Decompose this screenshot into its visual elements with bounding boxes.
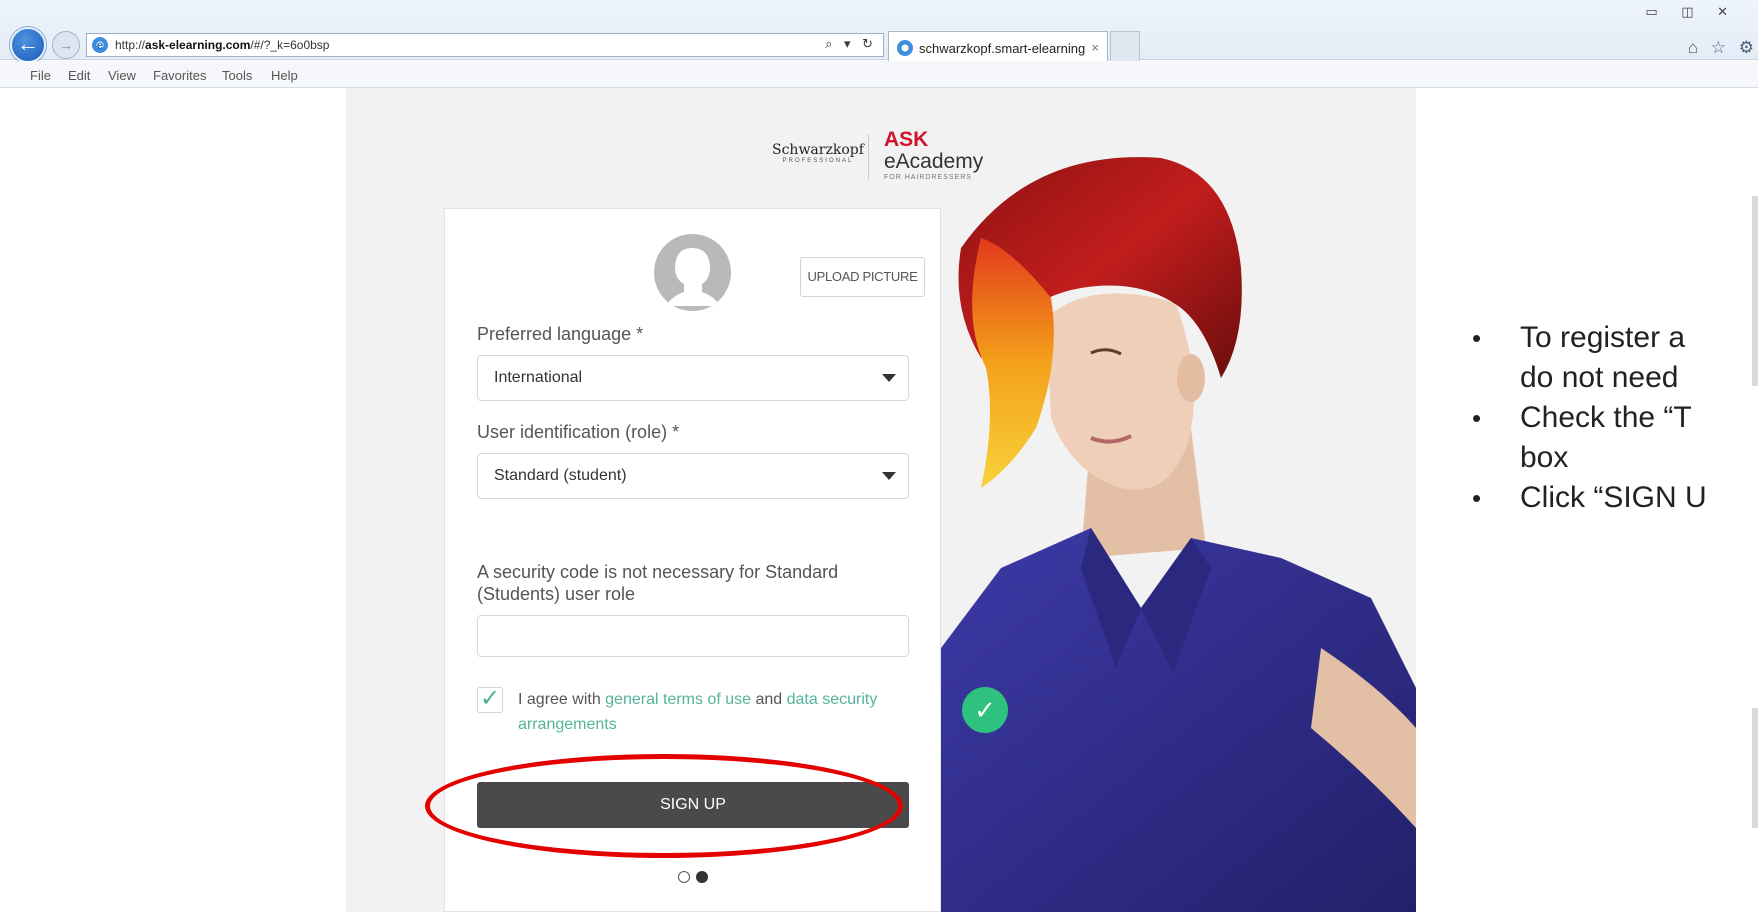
menu-favorites[interactable]: Favorites [153,68,206,83]
url-path: /#/?_k=6o0bsp [250,38,330,52]
chevron-down-icon [882,472,896,480]
menu-view[interactable]: View [108,68,136,83]
url-prefix: http:// [115,38,146,52]
note-line: Click “SIGN U [1460,480,1758,516]
menu-help[interactable]: Help [271,68,298,83]
browser-titlebar: ← → e http://ask-elearning.com/#/?_k=6o0… [0,0,1758,63]
agree-prefix: I agree with [518,691,606,708]
signup-form-card: UPLOAD PICTURE Preferred language * Inte… [425,208,941,912]
note-line: Check the “T [1460,400,1758,436]
security-code-input[interactable] [477,615,909,657]
agree-checkbox[interactable]: ✓ [477,687,503,713]
language-label: Preferred language * [477,324,644,344]
terms-of-use-link[interactable]: general terms of use [605,691,751,708]
schwarzkopf-ask-logo: Schwarzkopf PROFESSIONAL ASK eAcademy FO… [772,122,1012,182]
window-controls[interactable]: ▭ ◫ ✕ [1645,4,1738,20]
logo-eacademy: eAcademy [884,150,984,173]
new-tab-button[interactable] [1110,31,1140,61]
brand-name: Schwarzkopf [772,142,864,158]
schwarzkopf-wordmark: Schwarzkopf PROFESSIONAL [772,142,864,164]
security-code-label: A security code is not necessary for Sta… [477,562,839,604]
ie-icon: e [92,37,108,53]
logo-tagline: FOR HAIRDRESSERS [884,174,972,181]
note-line: To register a [1460,320,1758,356]
logo-ask: ASK [884,128,929,151]
pager-dots [678,870,714,888]
role-value: Standard (student) [494,467,627,484]
tab-close-icon[interactable]: × [1091,40,1099,55]
menu-bar: File Edit View Favorites Tools Help [0,61,1758,88]
web-page: Schwarzkopf PROFESSIONAL ASK eAcademy FO… [0,88,1758,912]
url-domain: ask-elearning.com [145,38,251,52]
browser-tab[interactable]: schwarzkopf.smart-elearning × [888,31,1108,61]
upload-picture-button[interactable]: UPLOAD PICTURE [800,257,925,297]
note-line-continued: do not need [1520,361,1679,394]
role-select[interactable]: Standard (student) [477,453,909,499]
menu-tools[interactable]: Tools [222,68,252,83]
chevron-down-icon [882,374,896,382]
address-bar[interactable]: e http://ask-elearning.com/#/?_k=6o0bsp … [86,33,884,57]
role-label: User identification (role) * [477,422,680,442]
tab-title: schwarzkopf.smart-elearning [919,41,1086,56]
sign-up-button[interactable]: SIGN UP [477,782,909,828]
menu-edit[interactable]: Edit [68,68,90,83]
logo-divider [868,134,869,180]
url-text: http://ask-elearning.com/#/?_k=6o0bsp [115,38,329,52]
search-refresh-icons[interactable]: ⌕ ▾ ↻ [825,36,877,52]
back-arrow-icon[interactable]: ← [10,27,46,63]
avatar-placeholder-icon[interactable] [654,234,731,311]
pager-dot-1[interactable] [678,871,690,883]
language-select[interactable]: International [477,355,909,401]
brand-sub: PROFESSIONAL [782,158,854,164]
screenshot: ← → e http://ask-elearning.com/#/?_k=6o0… [0,0,1758,912]
pager-dot-2[interactable] [696,871,708,883]
menu-file[interactable]: File [30,68,51,83]
note-line-continued: box [1520,441,1569,474]
success-check-icon: ✓ [962,687,1008,733]
instruction-notes: To register a do not need Check the “T b… [1460,320,1758,520]
language-value: International [494,369,583,386]
agree-text: I agree with general terms of use and da… [518,687,898,737]
scrollbar-thumb-lower[interactable] [1752,708,1758,828]
home-star-gear-icons[interactable]: ⌂ ☆ ⚙ [1688,38,1758,58]
scrollbar-thumb[interactable] [1752,196,1758,386]
ie-tab-icon [897,40,913,56]
hero-model-image [941,128,1416,912]
forward-arrow-icon[interactable]: → [52,31,80,59]
check-icon: ✓ [479,685,501,712]
agree-and: and [751,691,787,708]
